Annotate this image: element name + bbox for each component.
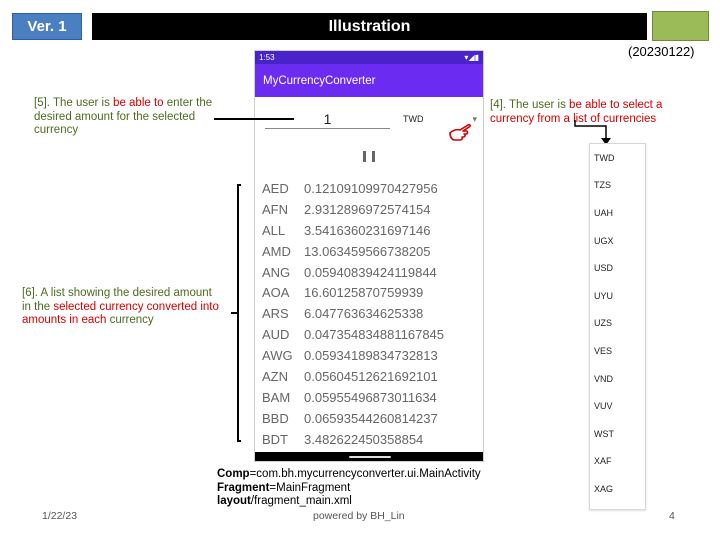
rate-code: ALL: [262, 222, 286, 238]
rate-value: 6.047763634625338: [304, 306, 424, 322]
rate-row[interactable]: AWG 0.05934189834732813: [255, 345, 483, 366]
page-number: 4: [669, 510, 675, 522]
currency-dropdown-list: TWD TZS UAH UGX USD UYU UZS VES VND VUV …: [589, 143, 646, 510]
rate-code: AOA: [262, 285, 290, 301]
rate-value: 0.05940839424119844: [304, 264, 437, 280]
status-time: 1:53: [259, 53, 275, 62]
dropdown-item[interactable]: VUV: [590, 392, 645, 420]
date-code: (20230122): [628, 44, 695, 59]
rate-row[interactable]: AFN 2.9312896972574154: [255, 199, 483, 220]
bracket-tick: [231, 312, 238, 314]
status-icons: ▾◢▮: [464, 53, 479, 62]
rate-row[interactable]: BBD 0.06593544260814237: [255, 408, 483, 429]
rate-value: 16.60125870759939: [304, 285, 424, 301]
annotation-rate-list: [6]. A list showing the desired amount i…: [22, 287, 219, 326]
rate-value: 0.05604512621692101: [304, 368, 438, 384]
comp-line: Comp=com.bh.mycurrencyconverter.ui.MainA…: [217, 468, 481, 480]
rate-value: 0.06593544260814237: [304, 410, 438, 426]
annotation-amount-input: [5]. The user is be able to enter the de…: [34, 97, 213, 136]
dropdown-item[interactable]: USD: [590, 254, 645, 282]
dropdown-item[interactable]: TWD: [590, 144, 645, 172]
rate-code: AED: [262, 180, 289, 196]
dropdown-arrow-icon: ▾: [472, 113, 477, 124]
rate-code: ANG: [262, 264, 291, 280]
phone-screen: 1:53 ▾◢▮ MyCurrencyConverter TWD ▾ AED 0.…: [254, 50, 484, 462]
rate-row[interactable]: BDT 3.482622450358854: [255, 429, 483, 450]
rate-row[interactable]: ARS 6.047763634625338: [255, 303, 483, 324]
rate-value: 0.05934189834732813: [304, 348, 438, 364]
rate-value: 13.063459566738205: [304, 243, 431, 259]
dropdown-item[interactable]: VND: [590, 365, 645, 393]
dropdown-item[interactable]: UYU: [590, 282, 645, 310]
rate-code: BDT: [262, 431, 288, 447]
pointing-hand-icon: [449, 123, 471, 141]
source-info: Comp=com.bh.mycurrencyconverter.ui.MainA…: [217, 468, 481, 509]
rate-row[interactable]: BAM 0.05955496873011634: [255, 387, 483, 408]
rate-value: 0.12109109970427956: [304, 180, 438, 196]
fragment-line: Fragment=MainFragment: [217, 481, 351, 494]
footer-date: 1/22/23: [42, 510, 78, 522]
dropdown-item[interactable]: UZS: [590, 310, 645, 338]
pause-icon: [363, 151, 375, 163]
rate-value: 0.047354834881167845: [304, 327, 445, 343]
home-handle[interactable]: [349, 455, 391, 458]
version-badge: Ver. 1: [12, 13, 82, 40]
navigation-bar: [255, 452, 483, 461]
rate-row[interactable]: AMD 13.063459566738205: [255, 241, 483, 262]
rate-code: AFN: [262, 201, 288, 217]
dropdown-item[interactable]: TZS: [590, 172, 645, 200]
layout-line: layout/fragment_main.xml: [217, 495, 352, 507]
rate-code: AUD: [262, 327, 290, 343]
rate-value: 3.5416360231697146: [304, 222, 431, 238]
rate-row[interactable]: AUD 0.047354834881167845: [255, 324, 483, 345]
footer-credit: powered by BH_Lin: [313, 510, 405, 522]
accent-box: [652, 11, 709, 41]
dropdown-item[interactable]: WST: [590, 420, 645, 448]
status-bar: 1:53 ▾◢▮: [255, 51, 483, 64]
rate-value: 3.482622450358854: [304, 431, 424, 447]
rate-row[interactable]: ANG 0.05940839424119844: [255, 262, 483, 283]
rate-code: BBD: [262, 410, 289, 426]
dropdown-item[interactable]: XAG: [590, 475, 645, 503]
dropdown-item[interactable]: UGX: [590, 227, 645, 255]
slide-title: Illustration: [92, 13, 647, 40]
app-title: MyCurrencyConverter: [263, 74, 376, 87]
rate-row[interactable]: AZN 0.05604512621692101: [255, 366, 483, 387]
dropdown-item[interactable]: XAF: [590, 448, 645, 476]
rate-list[interactable]: AED 0.12109109970427956 AFN 2.931289697257…: [255, 178, 483, 450]
connector-line: [214, 118, 294, 120]
rate-value: 2.9312896972574154: [304, 201, 431, 217]
rate-code: AMD: [262, 243, 291, 259]
rate-row[interactable]: AOA 16.60125870759939: [255, 282, 483, 303]
rate-row[interactable]: AED 0.12109109970427956: [255, 178, 483, 199]
dropdown-item[interactable]: UAH: [590, 199, 645, 227]
selected-currency: TWD: [403, 114, 424, 124]
app-bar: MyCurrencyConverter: [255, 64, 483, 97]
rate-code: AWG: [262, 348, 293, 364]
rate-code: BAM: [262, 389, 291, 405]
rate-code: ARS: [262, 306, 289, 322]
dropdown-item[interactable]: VES: [590, 337, 645, 365]
rate-value: 0.05955496873011634: [304, 389, 437, 405]
rate-row[interactable]: ALL 3.5416360231697146: [255, 220, 483, 241]
rate-code: AZN: [262, 368, 288, 384]
